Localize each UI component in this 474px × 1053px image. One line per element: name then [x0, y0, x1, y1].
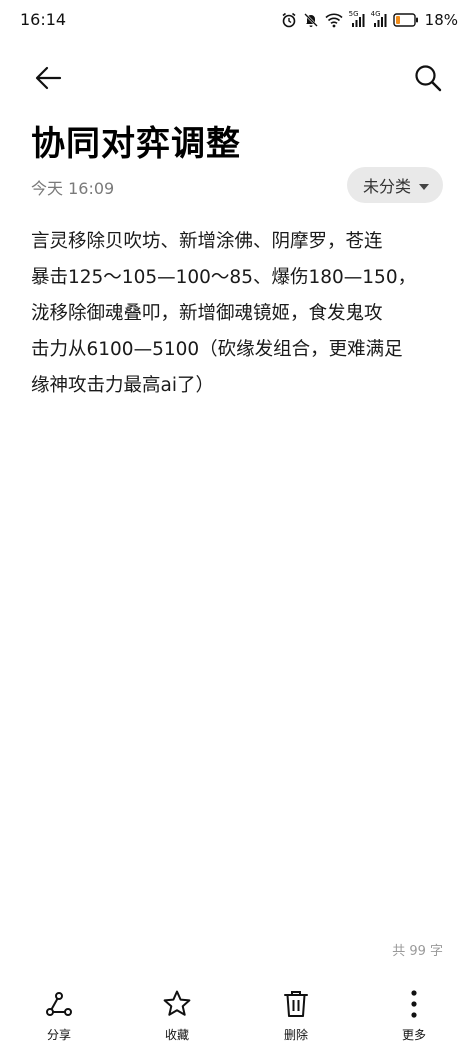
- note-date: 今天 16:09: [31, 179, 115, 198]
- more-vertical-icon: [398, 988, 430, 1020]
- top-bar: [0, 52, 474, 100]
- network-type-4g: 4G: [370, 10, 381, 18]
- status-icons: 5G 4G 18%: [281, 9, 458, 31]
- wifi-icon: [325, 12, 343, 28]
- category-dropdown[interactable]: 未分类: [346, 167, 443, 203]
- arrow-left-icon: [33, 63, 63, 97]
- mute-icon: [303, 12, 319, 28]
- signal-icon: 5G: [348, 10, 365, 28]
- note-meta: 今天 16:09 未分类: [31, 166, 443, 204]
- share-label: 分享: [46, 1028, 71, 1042]
- note-body-line: 言灵移除贝吹坊、新增涂佛、阴摩罗，苍连: [31, 231, 383, 252]
- note-body-line: 缘神攻击力最高ai了）: [31, 375, 214, 396]
- note-body[interactable]: 言灵移除贝吹坊、新增涂佛、阴摩罗，苍连 暴击125～105—100～85、爆伤1…: [31, 224, 451, 404]
- battery-icon: [392, 13, 419, 27]
- delete-label: 删除: [283, 1028, 308, 1042]
- delete-button[interactable]: 删除: [256, 988, 336, 1043]
- favorite-button[interactable]: 收藏: [137, 988, 217, 1043]
- more-label: 更多: [401, 1028, 426, 1042]
- network-type-5g: 5G: [348, 10, 359, 18]
- note-body-line: 暴击125～105—100～85、爆伤180—150，: [31, 267, 417, 288]
- search-button[interactable]: [408, 60, 448, 100]
- back-button[interactable]: [28, 60, 68, 100]
- share-icon: [43, 988, 75, 1020]
- category-label: 未分类: [362, 177, 411, 196]
- star-icon: [161, 988, 193, 1020]
- caret-down-icon: [419, 176, 429, 195]
- signal-icon: 4G: [370, 10, 387, 28]
- alarm-icon: [281, 12, 297, 28]
- char-count: 共 99 字: [392, 944, 443, 959]
- battery-percentage: 18%: [424, 11, 458, 29]
- notes-page: 16:14 5G 4G 18% 协同对弈调整 今天 16:09 未分类 言灵移除…: [0, 0, 474, 1053]
- bottom-toolbar: 分享 收藏 删除 更多: [0, 982, 474, 1053]
- note-body-line: 击力从6100—5100（砍缘发组合，更难满足: [31, 339, 403, 360]
- search-icon: [413, 63, 443, 97]
- status-time: 16:14: [20, 10, 67, 29]
- favorite-label: 收藏: [164, 1028, 189, 1042]
- trash-icon: [280, 988, 312, 1020]
- note-title[interactable]: 协同对弈调整: [31, 116, 241, 165]
- status-bar: 16:14 5G 4G 18%: [0, 0, 474, 40]
- more-button[interactable]: 更多: [374, 988, 454, 1043]
- share-button[interactable]: 分享: [19, 988, 99, 1043]
- note-body-line: 泷移除御魂叠叩，新增御魂镜姬，食发鬼攻: [31, 303, 383, 324]
